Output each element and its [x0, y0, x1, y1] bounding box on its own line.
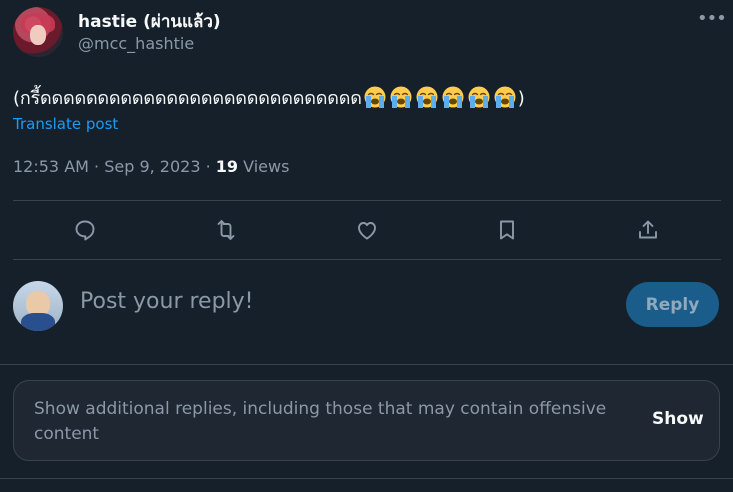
divider: [13, 259, 721, 260]
loudly-crying-face-emoji: [442, 86, 464, 108]
author-avatar[interactable]: [13, 7, 63, 57]
bookmark-icon: [500, 220, 514, 240]
reply-input[interactable]: [80, 289, 600, 314]
additional-replies-text: Show additional replies, including those…: [34, 399, 607, 444]
reply-button[interactable]: [71, 216, 99, 244]
tweet-meta: 12:53 AM · Sep 9, 2023 · 19 Views: [13, 157, 289, 176]
user-avatar[interactable]: [13, 281, 63, 331]
views-count: 19: [215, 157, 239, 176]
additional-replies-panel: Show additional replies, including those…: [13, 380, 720, 461]
tweet-text-body: (กรี้ดดดดดดดดดดดดดดดดดดดดดดดดดดดด: [13, 88, 362, 109]
tweet-text-end: ): [517, 88, 525, 109]
reply-submit-button[interactable]: Reply: [626, 282, 719, 327]
emoji-group: [362, 86, 518, 109]
author-handle[interactable]: @mcc_hashtie: [78, 34, 194, 53]
reply-icon: [75, 220, 95, 241]
loudly-crying-face-emoji: [468, 86, 490, 108]
views-label: Views: [238, 157, 290, 176]
timestamp[interactable]: 12:53 AM · Sep 9, 2023 ·: [13, 157, 216, 176]
like-icon: [358, 222, 376, 240]
like-button[interactable]: [353, 216, 381, 244]
loudly-crying-face-emoji: [416, 86, 438, 108]
loudly-crying-face-emoji: [364, 86, 386, 108]
tweet-text: (กรี้ดดดดดดดดดดดดดดดดดดดดดดดดดดดด): [13, 83, 525, 112]
retweet-button[interactable]: [212, 216, 240, 244]
divider: [0, 364, 733, 365]
show-replies-button[interactable]: Show: [652, 409, 704, 429]
retweet-icon: [217, 220, 235, 240]
translate-post-link[interactable]: Translate post: [13, 115, 118, 133]
more-options-icon[interactable]: •••: [697, 8, 727, 32]
divider: [0, 478, 733, 479]
divider: [13, 200, 721, 201]
share-icon: [639, 220, 657, 239]
share-button[interactable]: [634, 216, 662, 244]
loudly-crying-face-emoji: [390, 86, 412, 108]
author-name[interactable]: hastie (ผ่านแล้ว): [78, 8, 221, 35]
bookmark-button[interactable]: [493, 216, 521, 244]
loudly-crying-face-emoji: [494, 86, 516, 108]
